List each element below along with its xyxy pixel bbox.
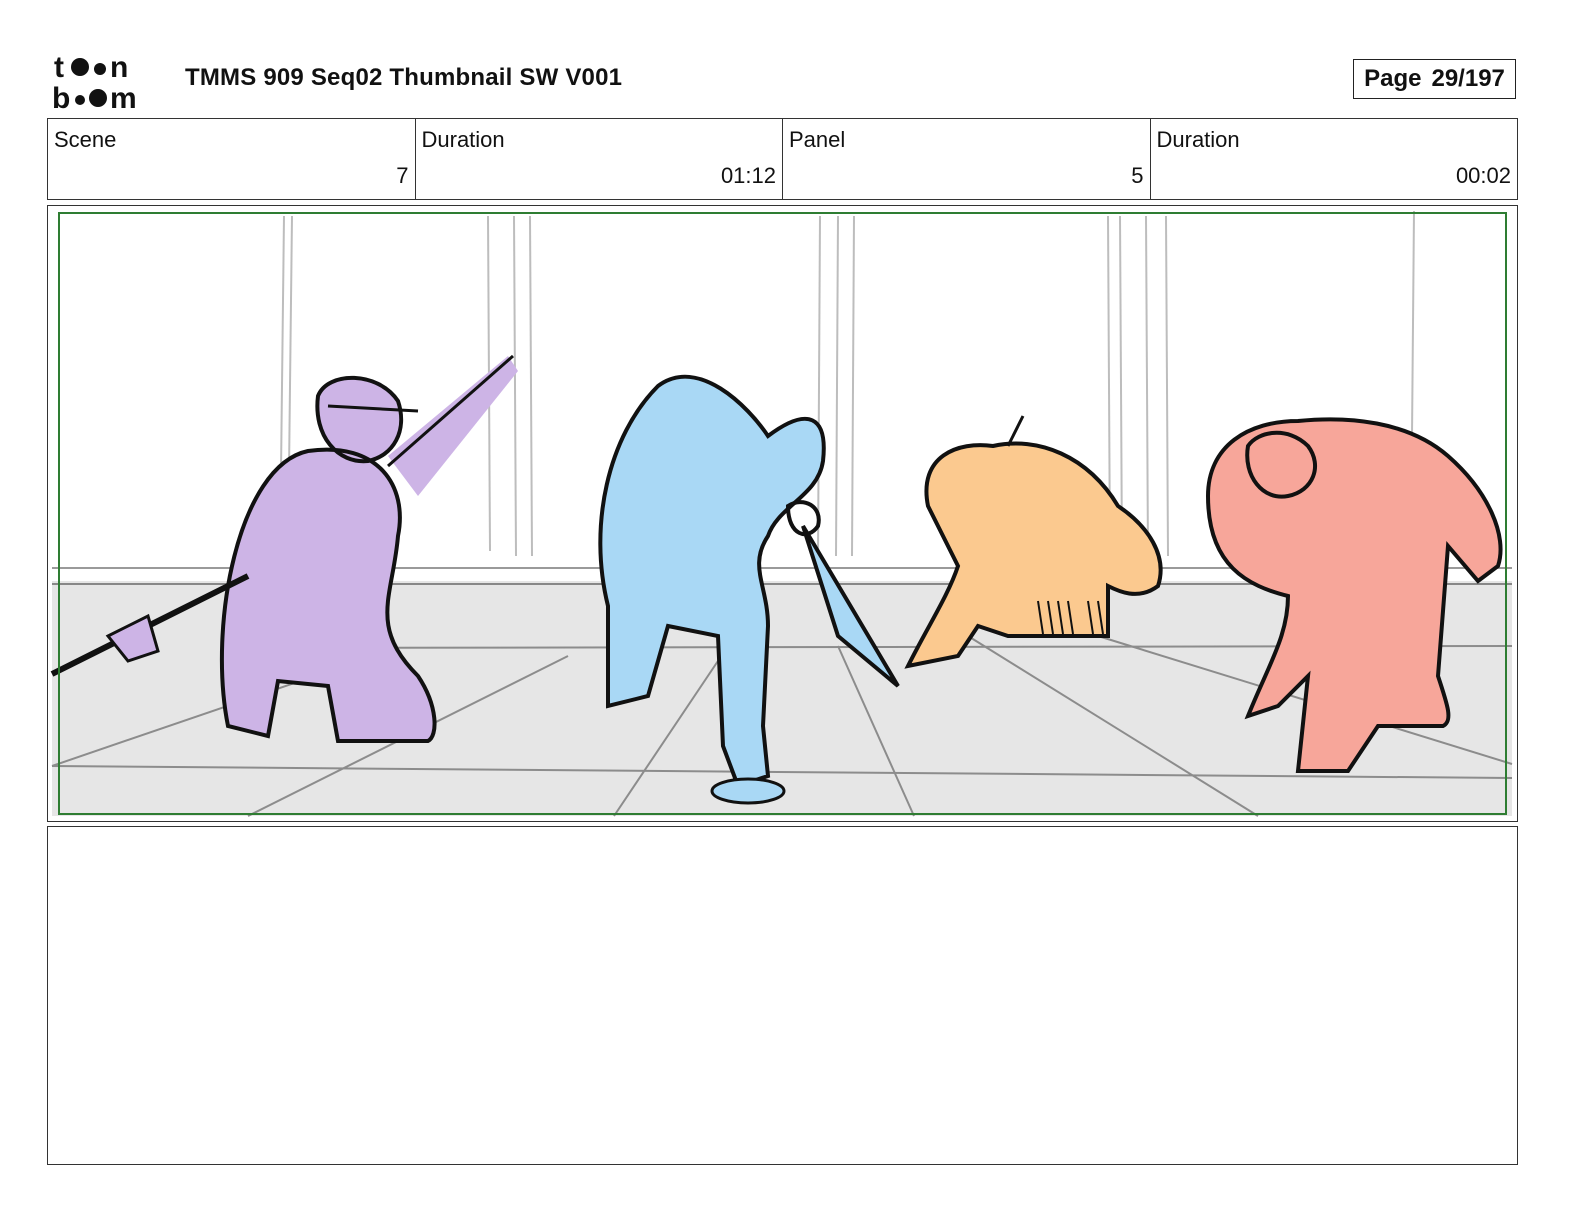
panel-label: Panel bbox=[789, 127, 846, 152]
panel-duration-cell: Duration 00:02 bbox=[1151, 119, 1518, 199]
panel-duration-label: Duration bbox=[1156, 127, 1240, 152]
scene-cell: Scene 7 bbox=[48, 119, 416, 199]
svg-text:n: n bbox=[110, 51, 128, 84]
scene-duration-cell: Duration 01:12 bbox=[416, 119, 783, 199]
panel-cell: Panel 5 bbox=[783, 119, 1151, 199]
page-indicator: Page 29/197 bbox=[1353, 59, 1516, 99]
panel-sketch bbox=[50, 210, 1513, 817]
panel-value: 5 bbox=[1131, 163, 1144, 188]
svg-text:t: t bbox=[54, 51, 64, 84]
storyboard-title: TMMS 909 Seq02 Thumbnail SW V001 bbox=[185, 64, 623, 91]
svg-text:b: b bbox=[52, 82, 70, 112]
svg-text:m: m bbox=[110, 82, 137, 112]
storyboard-panel bbox=[47, 205, 1518, 822]
scene-info-row: Scene 7 Duration 01:12 Panel 5 Duration … bbox=[47, 118, 1518, 200]
page-number: 29/197 bbox=[1431, 65, 1505, 92]
scene-value: 7 bbox=[396, 163, 409, 188]
panel-notes-area[interactable] bbox=[47, 826, 1518, 1165]
panel-duration-value: 00:02 bbox=[1455, 163, 1511, 188]
scene-duration-value: 01:12 bbox=[720, 163, 776, 188]
scene-label: Scene bbox=[54, 127, 117, 152]
scene-duration-label: Duration bbox=[421, 127, 505, 152]
toonboom-logo: t n b m bbox=[52, 51, 137, 112]
page-label: Page bbox=[1364, 65, 1422, 92]
